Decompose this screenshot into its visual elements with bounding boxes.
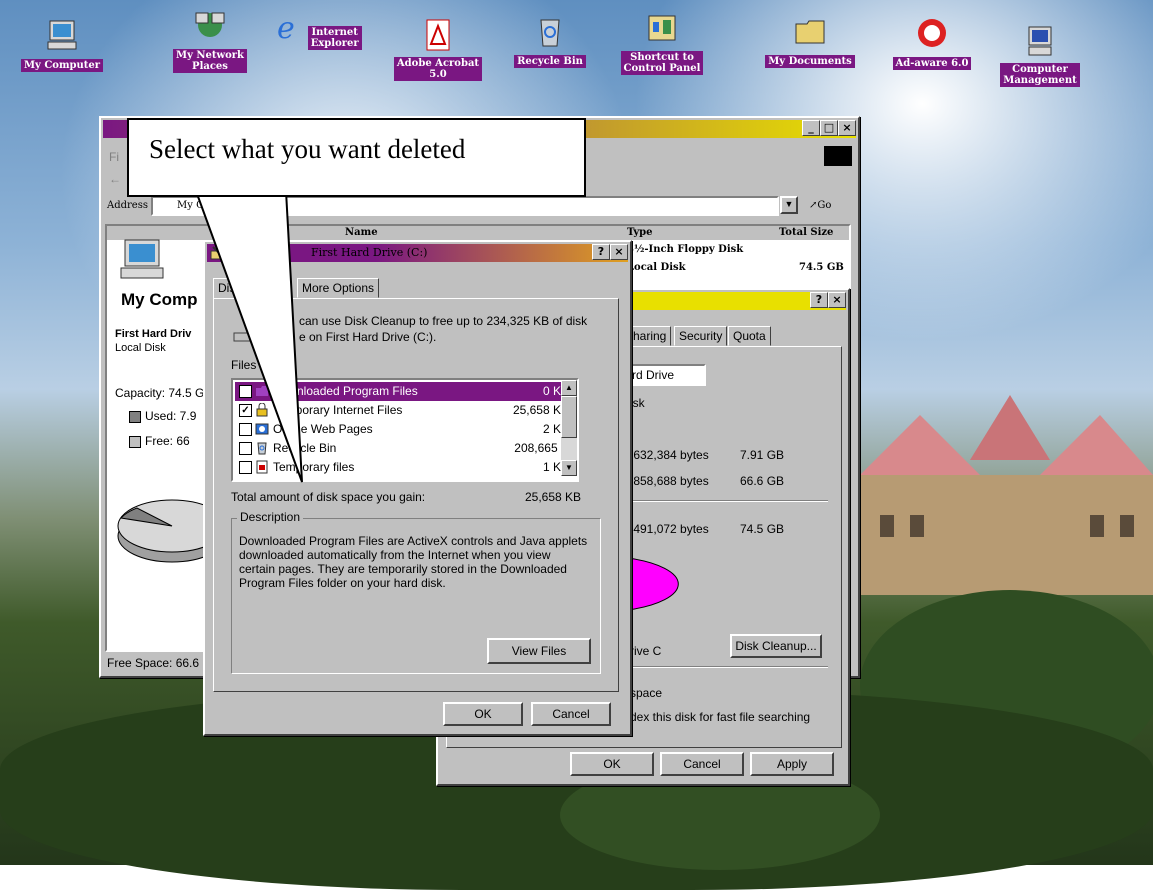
callout-box: Select what you want deleted — [127, 118, 586, 197]
callout-text: Select what you want deleted — [149, 134, 466, 164]
